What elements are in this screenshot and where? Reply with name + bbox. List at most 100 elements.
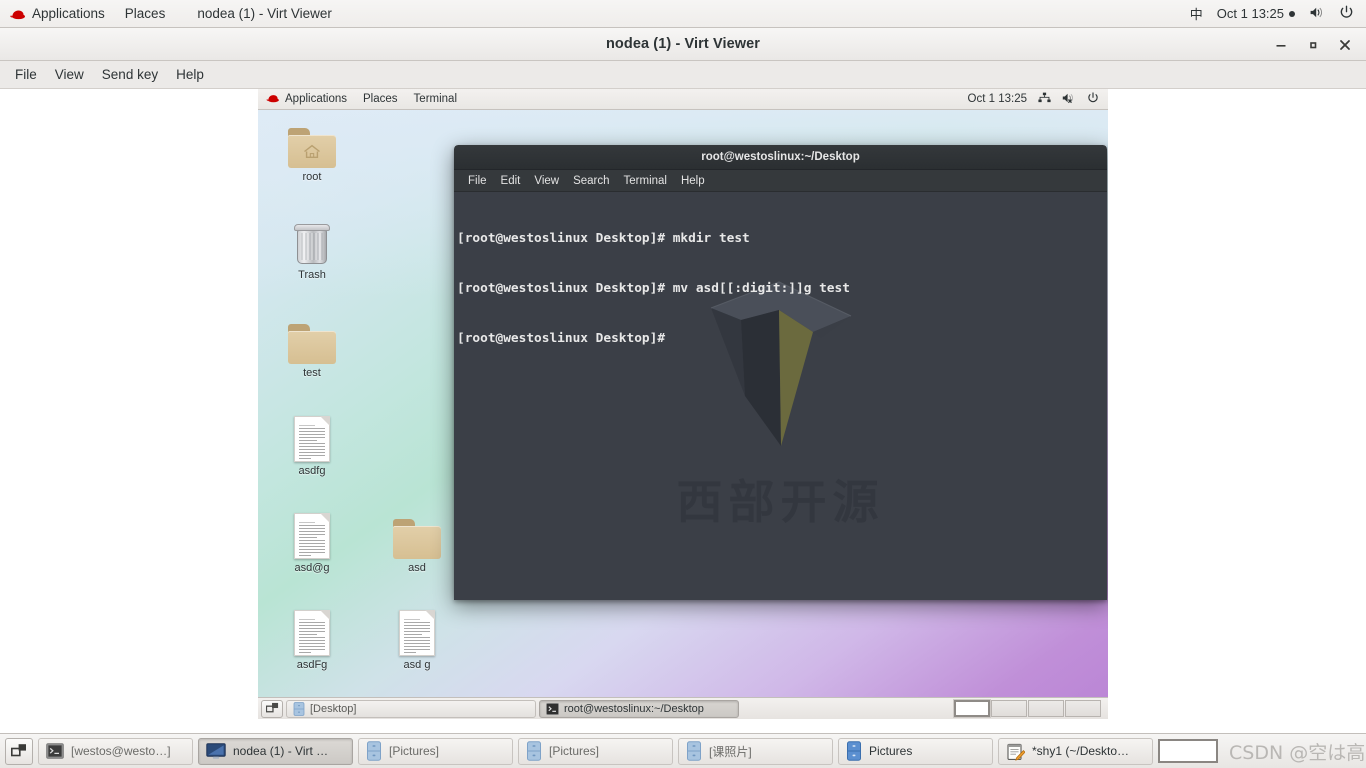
file-manager-icon (366, 741, 382, 761)
menu-send-key[interactable]: Send key (93, 63, 167, 86)
host-window-title-label: nodea (1) - Virt Viewer (197, 6, 332, 21)
desktop-icon-label: test (303, 367, 321, 379)
guest-task-terminal[interactable]: root@westoslinux:~/Desktop (539, 699, 739, 718)
host-task-pictures-2[interactable]: [Pictures] (518, 737, 673, 765)
desktop-icon-test[interactable]: test (272, 312, 352, 379)
menu-file[interactable]: File (6, 63, 46, 86)
guest-workspace-3[interactable] (1028, 700, 1064, 717)
file-manager-icon (686, 741, 702, 761)
document-icon (272, 410, 352, 462)
terminal-menu-help[interactable]: Help (674, 173, 712, 189)
host-applications-label: Applications (32, 6, 105, 21)
host-taskbar: [westos@westo…] nodea (1) - Virt … [Pict… (0, 733, 1366, 768)
host-top-panel: Applications Places nodea (1) - Virt Vie… (0, 0, 1366, 28)
host-window-title-item[interactable]: nodea (1) - Virt Viewer (175, 3, 342, 24)
guest-places-menu[interactable]: Places (355, 91, 406, 107)
guest-screen: Applications Places Terminal Oct 1 13:25 (258, 89, 1108, 719)
close-button[interactable] (1330, 31, 1360, 59)
guest-clock[interactable]: Oct 1 13:25 (968, 93, 1027, 105)
terminal-line: [root@westoslinux Desktop]# mv asd[[:dig… (457, 280, 850, 296)
desktop-icon-trash[interactable]: Trash (272, 214, 352, 281)
host-workspace-switcher (1158, 739, 1224, 763)
terminal-title: root@westoslinux:~/Desktop (701, 151, 860, 163)
folder-icon (377, 507, 457, 559)
host-volume-button[interactable] (1309, 6, 1325, 22)
terminal-line: [root@westoslinux Desktop]# mkdir test (457, 231, 750, 247)
desktop-icon-label: Trash (298, 269, 326, 281)
desktop-icon-label: asd g (403, 659, 431, 671)
speaker-muted-icon[interactable] (1062, 92, 1076, 107)
host-task-shy1-editor[interactable]: *shy1 (~/Deskto… (998, 737, 1153, 765)
trash-icon (272, 214, 352, 266)
terminal-titlebar[interactable]: root@westoslinux:~/Desktop (454, 145, 1107, 170)
menu-help[interactable]: Help (167, 63, 213, 86)
terminal-menu-search[interactable]: Search (566, 173, 616, 189)
desktop-icon-root[interactable]: root (272, 116, 352, 183)
guest-applications-label: Applications (285, 93, 348, 105)
host-task-westos-terminal[interactable]: [westos@westo…] (38, 737, 193, 765)
virt-viewer-titlebar[interactable]: nodea (1) - Virt Viewer (0, 28, 1366, 61)
terminal-menu-edit[interactable]: Edit (494, 173, 528, 189)
guest-show-desktop-button[interactable] (261, 699, 283, 718)
desktop-icon-asd-at-g[interactable]: asd@g (272, 507, 352, 574)
guest-workspace-switcher (954, 700, 1105, 717)
guest-places-label: Places (363, 93, 398, 105)
host-panel-left: Applications Places nodea (1) - Virt Vie… (0, 3, 342, 24)
terminal-menu-terminal[interactable]: Terminal (617, 173, 674, 189)
host-task-pictures-3[interactable]: Pictures (838, 737, 993, 765)
desktop-icon-label: asd@g (294, 562, 330, 574)
host-places-label: Places (124, 6, 166, 21)
terminal-line: [root@westoslinux Desktop]# (457, 330, 673, 346)
guest-terminal-menu[interactable]: Terminal (406, 91, 465, 107)
host-task-virt-viewer[interactable]: nodea (1) - Virt … (198, 737, 353, 765)
redhat-logo-icon (10, 8, 26, 20)
csdn-watermark: CSDN @空は高 (1229, 741, 1366, 764)
guest-workspace-1[interactable] (954, 700, 990, 717)
maximize-button[interactable] (1298, 31, 1328, 59)
host-task-pictures-1[interactable]: [Pictures] (358, 737, 513, 765)
desktop-icon-asdFg[interactable]: asdFg (272, 604, 352, 671)
power-icon[interactable] (1087, 91, 1099, 107)
host-applications-menu[interactable]: Applications (0, 3, 115, 24)
folder-icon (272, 312, 352, 364)
host-clock[interactable]: Oct 1 13:25 (1217, 6, 1295, 21)
desktop-icon-label: asdfg (298, 465, 326, 477)
terminal-menu-file[interactable]: File (461, 173, 494, 189)
host-places-menu[interactable]: Places (115, 3, 176, 24)
home-folder-icon (272, 116, 352, 168)
guest-top-panel: Applications Places Terminal Oct 1 13:25 (258, 89, 1108, 110)
host-task-kepaian[interactable]: [课照片] (678, 737, 833, 765)
guest-task-label: root@westoslinux:~/Desktop (564, 702, 704, 715)
host-power-button[interactable] (1339, 5, 1354, 23)
virt-viewer-canvas: Applications Places Terminal Oct 1 13:25 (0, 89, 1366, 733)
desktop-icon-label: asd (408, 562, 426, 574)
desktop-icon-label: asdFg (296, 659, 328, 671)
terminal-body[interactable]: 西部开源 [root@westoslinux Desktop]# mkdir t… (454, 192, 1107, 600)
desktop-icon-asdfg[interactable]: asdfg (272, 410, 352, 477)
host-task-label: nodea (1) - Virt … (233, 744, 329, 758)
guest-applications-menu[interactable]: Applications (258, 91, 355, 108)
clock-dot-icon (1289, 10, 1295, 17)
document-icon (272, 507, 352, 559)
guest-task-desktop[interactable]: [Desktop] (286, 699, 536, 718)
minimize-button[interactable] (1266, 31, 1296, 59)
network-icon[interactable] (1038, 92, 1051, 106)
guest-desktop: root Trash test asdfg asd@g asd asdFg as… (258, 110, 1108, 698)
guest-panel-right: Oct 1 13:25 (968, 91, 1108, 107)
virt-viewer-menubar: File View Send key Help (0, 61, 1366, 89)
virt-viewer-window-controls (1266, 28, 1360, 61)
input-method-indicator[interactable]: 中 (1190, 4, 1203, 23)
power-icon (1339, 5, 1354, 23)
host-workspace-1[interactable] (1158, 739, 1218, 763)
menu-view[interactable]: View (46, 63, 93, 86)
guest-workspace-2[interactable] (991, 700, 1027, 717)
document-icon (272, 604, 352, 656)
terminal-icon (546, 702, 559, 715)
virt-viewer-window: nodea (1) - Virt Viewer File View Send k… (0, 28, 1366, 733)
guest-workspace-4[interactable] (1065, 700, 1101, 717)
terminal-menu-view[interactable]: View (527, 173, 566, 189)
guest-task-label: [Desktop] (310, 702, 357, 715)
desktop-icon-asd-g[interactable]: asd g (377, 604, 457, 671)
desktop-icon-asd[interactable]: asd (377, 507, 457, 574)
host-show-desktop-button[interactable] (5, 737, 33, 765)
